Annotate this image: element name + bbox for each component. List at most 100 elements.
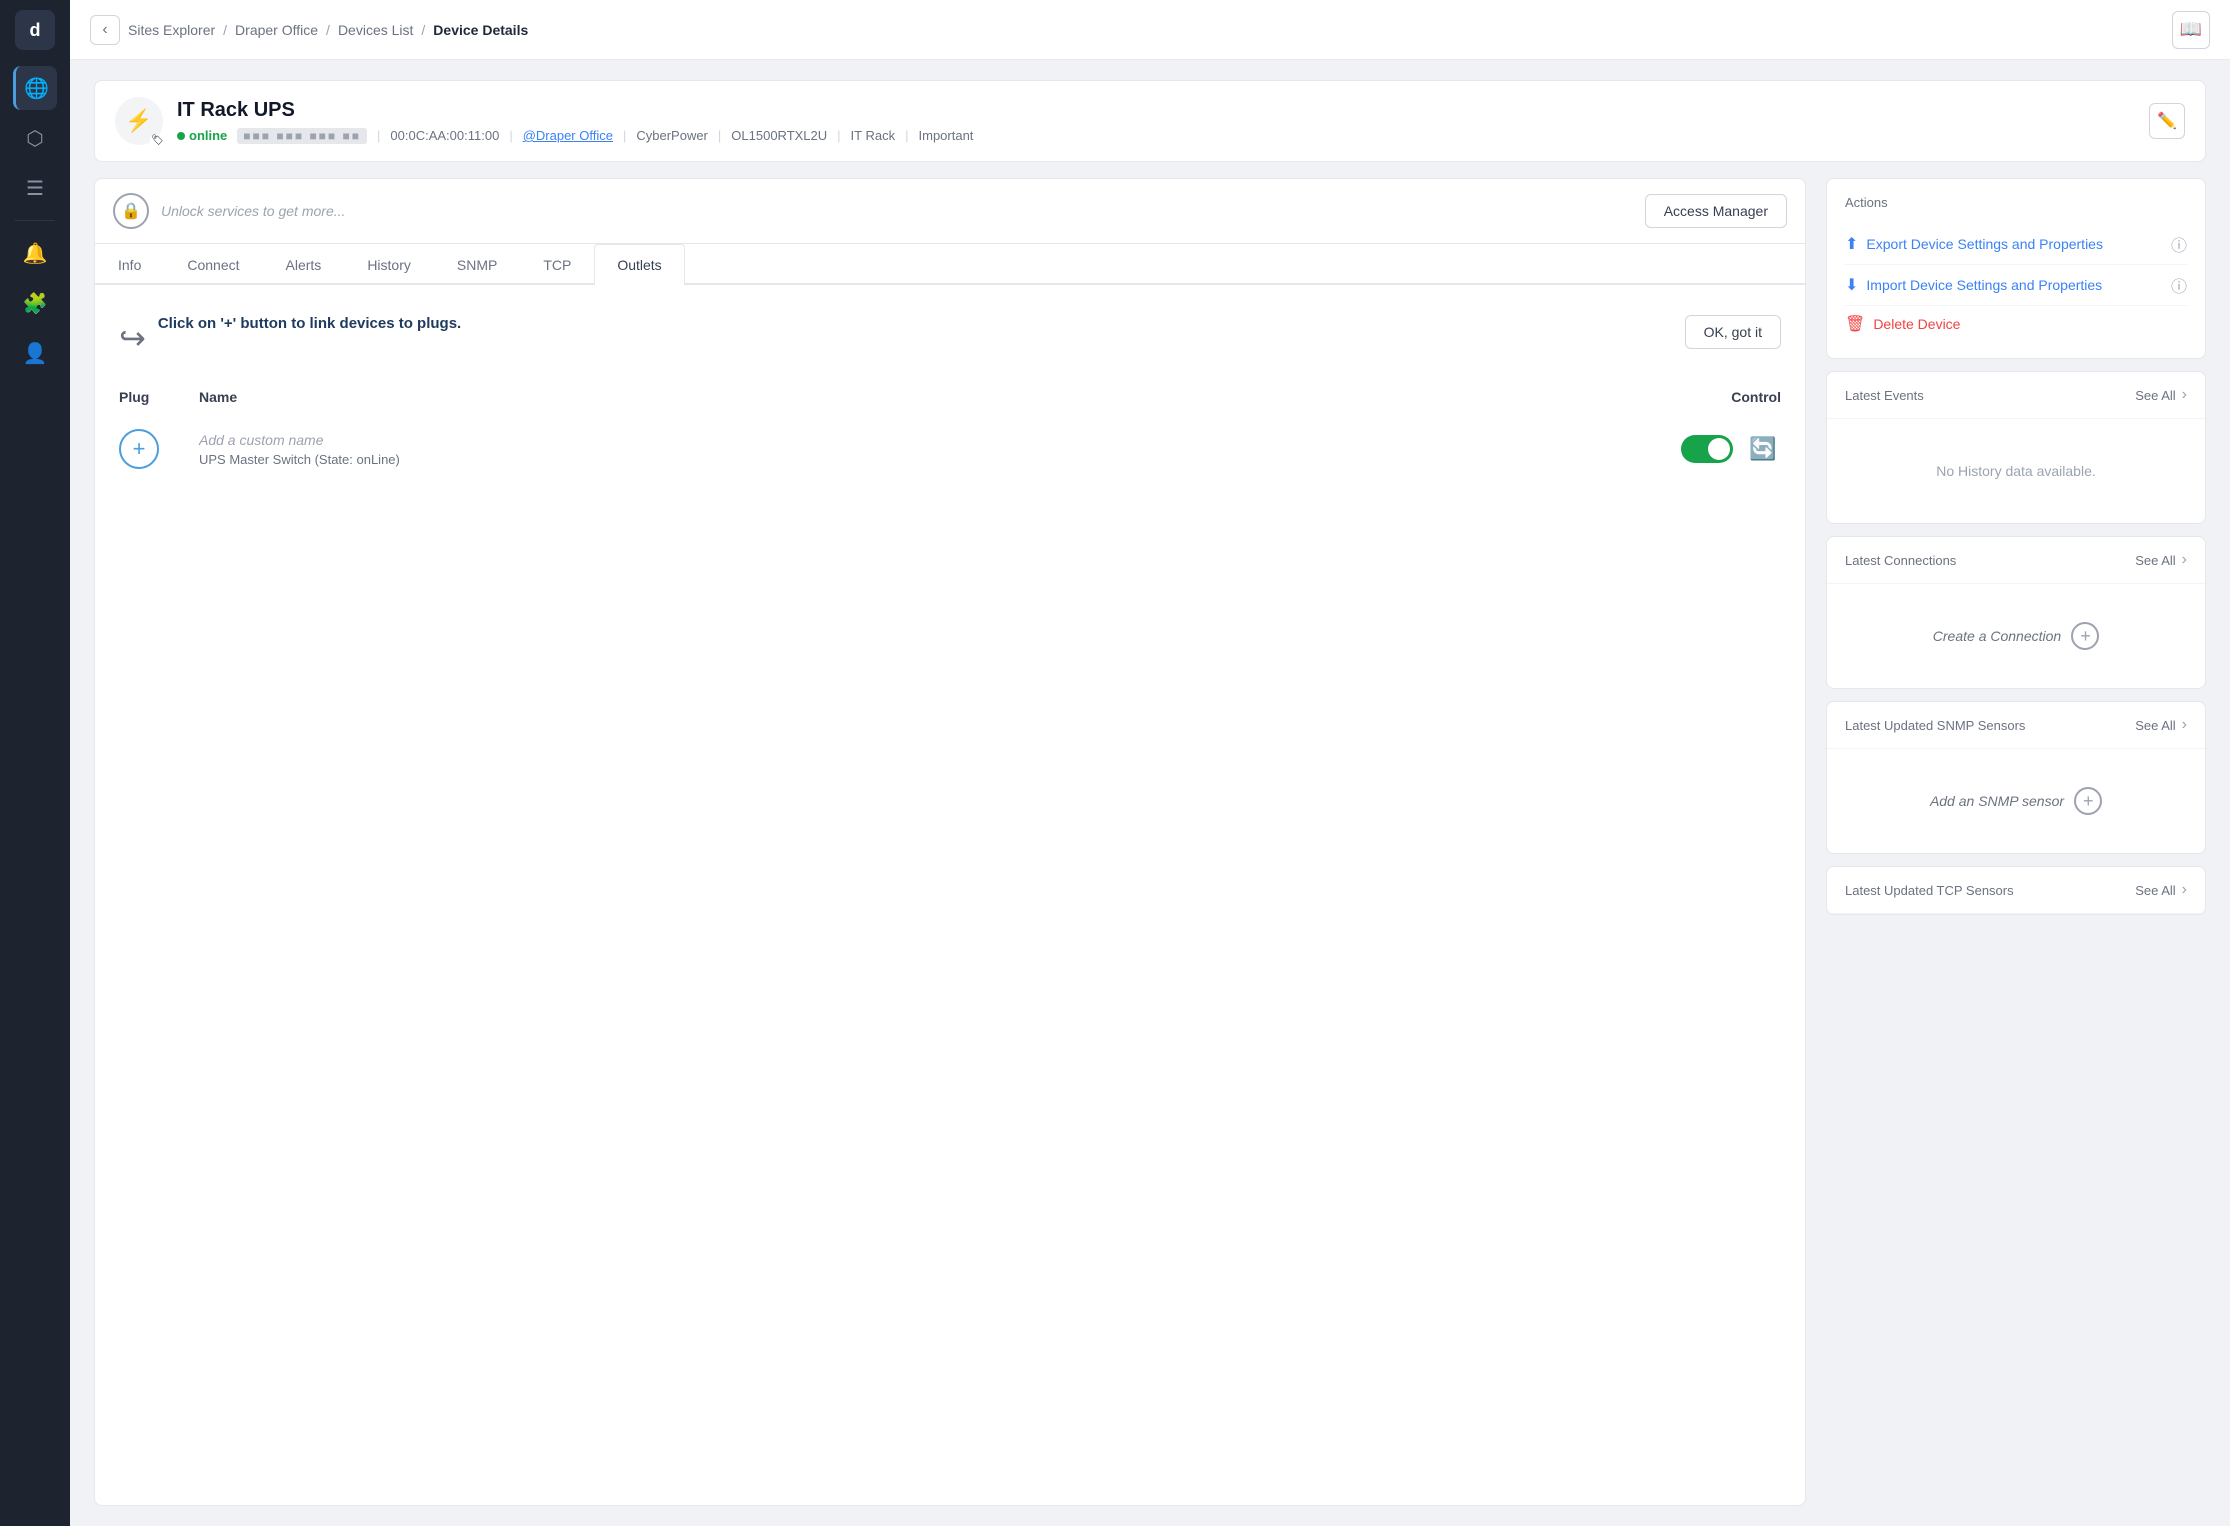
- edit-button[interactable]: ✏️: [2149, 103, 2185, 139]
- tab-alerts[interactable]: Alerts: [263, 244, 345, 285]
- connections-see-all[interactable]: See All ›: [2135, 551, 2187, 569]
- tab-snmp[interactable]: SNMP: [434, 244, 520, 285]
- back-button[interactable]: ‹: [90, 15, 120, 45]
- outlet-name-area: Add a custom name UPS Master Switch (Sta…: [199, 432, 1621, 467]
- import-link[interactable]: ⬇ Import Device Settings and Properties: [1845, 275, 2102, 295]
- import-info-icon[interactable]: ⓘ: [2171, 273, 2187, 297]
- events-see-all[interactable]: See All ›: [2135, 386, 2187, 404]
- right-panel: Actions ⬆ Export Device Settings and Pro…: [1826, 178, 2206, 1506]
- sidebar-item-globe[interactable]: 🌐: [13, 66, 57, 110]
- sidebar-item-bell[interactable]: 🔔: [13, 231, 57, 275]
- latest-snmp-title: Latest Updated SNMP Sensors: [1845, 718, 2025, 733]
- split-layout: 🔒 Unlock services to get more... Access …: [94, 178, 2206, 1506]
- lock-banner: 🔒 Unlock services to get more... Access …: [94, 178, 1806, 244]
- ok-got-it-button[interactable]: OK, got it: [1685, 315, 1781, 349]
- site-link[interactable]: @Draper Office: [523, 128, 613, 143]
- outlets-header: Plug Name Control: [119, 381, 1781, 417]
- add-plug-button[interactable]: +: [119, 429, 159, 469]
- col-plug: Plug: [119, 389, 199, 405]
- sidebar-item-user[interactable]: 👤: [13, 331, 57, 375]
- latest-events-section: Latest Events See All › No History data …: [1826, 371, 2206, 524]
- delete-action: 🗑 Delete Device: [1845, 306, 2187, 342]
- create-connection-item[interactable]: Create a Connection +: [1845, 604, 2187, 668]
- hint-bar: ↩ Click on '+' button to link devices to…: [119, 315, 1781, 357]
- col-control: Control: [1621, 389, 1781, 405]
- latest-connections-section: Latest Connections See All › Create a Co…: [1826, 536, 2206, 689]
- breadcrumb-sep-1: /: [223, 22, 227, 38]
- outlet-custom-name[interactable]: Add a custom name: [199, 432, 1621, 448]
- tab-bar: Info Connect Alerts History SNMP TCP Out…: [94, 244, 1806, 285]
- model: OL1500RTXL2U: [731, 128, 827, 143]
- tab-tcp[interactable]: TCP: [520, 244, 594, 285]
- topbar: ‹ Sites Explorer / Draper Office / Devic…: [70, 0, 2230, 60]
- lock-icon: 🔒: [113, 193, 149, 229]
- latest-tcp-header: Latest Updated TCP Sensors See All ›: [1827, 867, 2205, 914]
- delete-icon: 🗑: [1845, 314, 1865, 334]
- sidebar-item-puzzle[interactable]: 🧩: [13, 281, 57, 325]
- lock-text: Unlock services to get more...: [161, 203, 345, 219]
- breadcrumb-sites[interactable]: Sites Explorer: [128, 22, 215, 38]
- tab-connect[interactable]: Connect: [164, 244, 262, 285]
- cube-icon: ⬡: [26, 126, 43, 151]
- export-info-icon[interactable]: ⓘ: [2171, 232, 2187, 256]
- sidebar: d 🌐 ⬡ ☰ 🔔 🧩 👤: [0, 0, 70, 1526]
- breadcrumb: ‹ Sites Explorer / Draper Office / Devic…: [90, 15, 528, 45]
- device-info: IT Rack UPS online ■■■ ■■■ ■■■ ■■ | 00:0…: [177, 99, 973, 144]
- create-connection-plus[interactable]: +: [2071, 622, 2099, 650]
- hint-text: Click on '+' button to link devices to p…: [158, 315, 461, 332]
- sidebar-divider: [15, 220, 55, 221]
- refresh-button[interactable]: 🔄: [1745, 431, 1781, 467]
- latest-events-title: Latest Events: [1845, 388, 1924, 403]
- list-icon: ☰: [26, 176, 44, 201]
- device-badge: 🏷: [150, 134, 165, 147]
- ip-masked: ■■■ ■■■ ■■■ ■■: [237, 128, 367, 144]
- latest-tcp-section: Latest Updated TCP Sensors See All ›: [1826, 866, 2206, 915]
- breadcrumb-sep-3: /: [421, 22, 425, 38]
- snmp-chevron-icon: ›: [2182, 716, 2187, 734]
- export-icon: ⬆: [1845, 234, 1858, 254]
- breadcrumb-office[interactable]: Draper Office: [235, 22, 318, 38]
- table-row: + Add a custom name UPS Master Switch (S…: [119, 417, 1781, 481]
- status-badge: online: [177, 128, 227, 143]
- tab-info[interactable]: Info: [95, 244, 164, 285]
- category: IT Rack: [851, 128, 896, 143]
- create-connection-label: Create a Connection: [1933, 628, 2061, 644]
- latest-events-body: No History data available.: [1827, 419, 2205, 523]
- device-header-left: ⚡ 🏷 IT Rack UPS online ■■■ ■■■ ■■■ ■■ | …: [115, 97, 973, 145]
- tab-outlets[interactable]: Outlets: [594, 244, 684, 285]
- main-panel: 🔒 Unlock services to get more... Access …: [94, 178, 1806, 1506]
- sidebar-logo[interactable]: d: [15, 10, 55, 50]
- latest-snmp-body: Add an SNMP sensor +: [1827, 749, 2205, 853]
- add-snmp-label: Add an SNMP sensor: [1930, 793, 2064, 809]
- latest-snmp-header: Latest Updated SNMP Sensors See All ›: [1827, 702, 2205, 749]
- connections-chevron-icon: ›: [2182, 551, 2187, 569]
- add-snmp-plus[interactable]: +: [2074, 787, 2102, 815]
- outlet-controls: 🔄: [1621, 431, 1781, 467]
- export-action: ⬆ Export Device Settings and Properties …: [1845, 224, 2187, 265]
- sidebar-item-list[interactable]: ☰: [13, 166, 57, 210]
- breadcrumb-devices[interactable]: Devices List: [338, 22, 413, 38]
- import-action: ⬇ Import Device Settings and Properties …: [1845, 265, 2187, 306]
- export-link[interactable]: ⬆ Export Device Settings and Properties: [1845, 234, 2103, 254]
- tab-history[interactable]: History: [344, 244, 434, 285]
- book-icon-button[interactable]: 📖: [2172, 11, 2210, 49]
- access-manager-button[interactable]: Access Manager: [1645, 194, 1787, 228]
- outlet-toggle[interactable]: [1681, 435, 1733, 463]
- add-plug-cell: +: [119, 429, 199, 469]
- col-name: Name: [199, 389, 1621, 405]
- add-snmp-item[interactable]: Add an SNMP sensor +: [1845, 769, 2187, 833]
- latest-connections-header: Latest Connections See All ›: [1827, 537, 2205, 584]
- sidebar-item-cube[interactable]: ⬡: [13, 116, 57, 160]
- plus-icon: +: [133, 436, 146, 462]
- chevron-icon: ›: [2182, 386, 2187, 404]
- importance: Important: [919, 128, 974, 143]
- delete-link[interactable]: 🗑 Delete Device: [1845, 314, 1960, 334]
- latest-tcp-title: Latest Updated TCP Sensors: [1845, 883, 2014, 898]
- book-icon: 📖: [2180, 19, 2202, 40]
- actions-section: Actions ⬆ Export Device Settings and Pro…: [1826, 178, 2206, 359]
- import-icon: ⬇: [1845, 275, 1858, 295]
- tcp-chevron-icon: ›: [2182, 881, 2187, 899]
- snmp-see-all[interactable]: See All ›: [2135, 716, 2187, 734]
- breadcrumb-sep-2: /: [326, 22, 330, 38]
- tcp-see-all[interactable]: See All ›: [2135, 881, 2187, 899]
